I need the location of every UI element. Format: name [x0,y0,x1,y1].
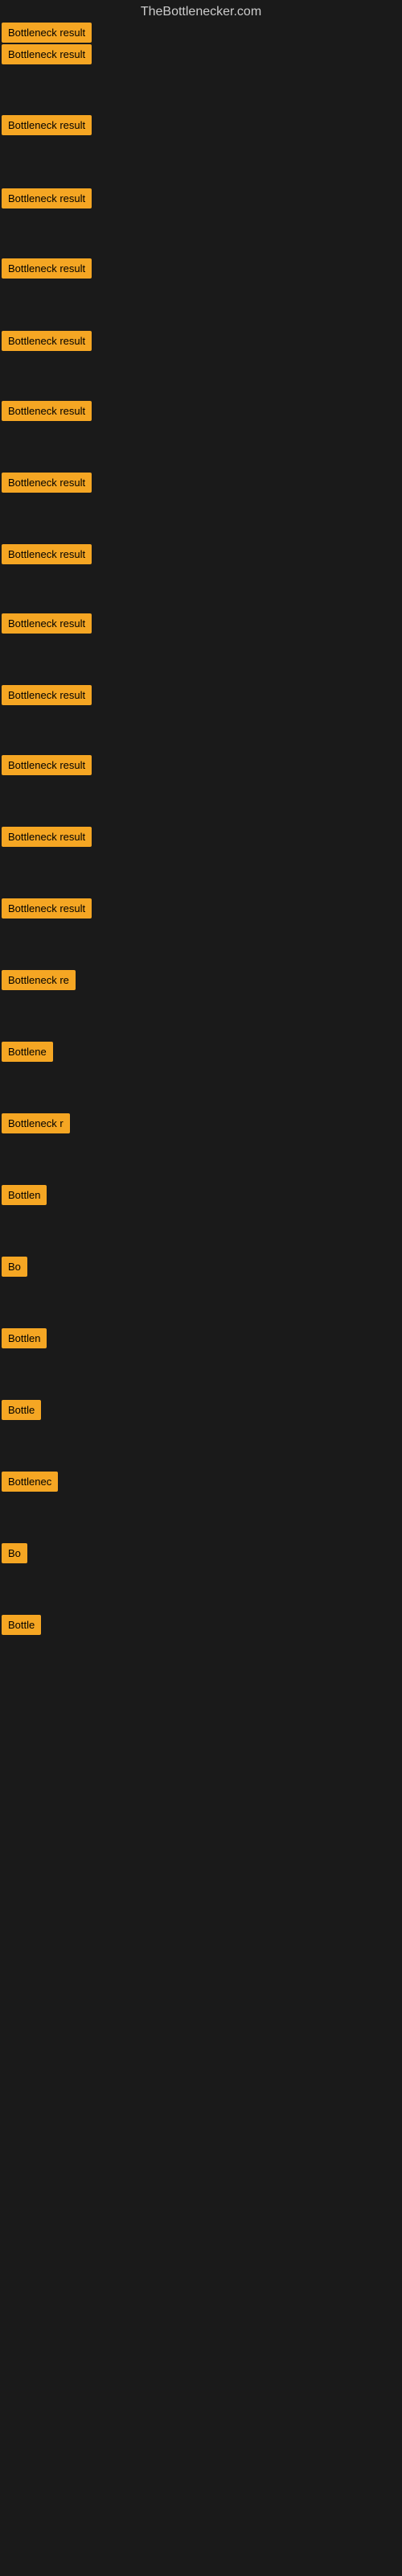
results-list: Bottleneck resultBottleneck resultBottle… [0,23,402,1713]
result-row-8: Bottleneck result [2,473,92,497]
result-row-9: Bottleneck result [2,544,92,568]
bottleneck-badge-15[interactable]: Bottleneck re [2,970,76,990]
page-container: TheBottlenecker.com Bottleneck resultBot… [0,0,402,2576]
result-row-22: Bottlenec [2,1472,58,1496]
bottleneck-badge-7[interactable]: Bottleneck result [2,401,92,421]
bottleneck-badge-4[interactable]: Bottleneck result [2,188,92,208]
result-row-2: Bottleneck result [2,44,92,68]
bottleneck-badge-3[interactable]: Bottleneck result [2,115,92,135]
result-row-18: Bottlen [2,1185,47,1209]
result-row-21: Bottle [2,1400,41,1424]
bottleneck-badge-6[interactable]: Bottleneck result [2,331,92,351]
bottleneck-badge-20[interactable]: Bottlen [2,1328,47,1348]
bottleneck-badge-21[interactable]: Bottle [2,1400,41,1420]
result-row-20: Bottlen [2,1328,47,1352]
bottleneck-badge-23[interactable]: Bo [2,1543,27,1563]
result-row-5: Bottleneck result [2,258,92,283]
bottleneck-badge-9[interactable]: Bottleneck result [2,544,92,564]
bottleneck-badge-5[interactable]: Bottleneck result [2,258,92,279]
bottleneck-badge-2[interactable]: Bottleneck result [2,44,92,64]
result-row-19: Bo [2,1257,27,1281]
result-row-16: Bottlene [2,1042,53,1066]
bottleneck-badge-11[interactable]: Bottleneck result [2,685,92,705]
bottleneck-badge-24[interactable]: Bottle [2,1615,41,1635]
result-row-12: Bottleneck result [2,755,92,779]
result-row-11: Bottleneck result [2,685,92,709]
result-row-7: Bottleneck result [2,401,92,425]
bottleneck-badge-12[interactable]: Bottleneck result [2,755,92,775]
result-row-17: Bottleneck r [2,1113,70,1137]
site-title: TheBottlenecker.com [0,0,402,23]
result-row-15: Bottleneck re [2,970,76,994]
bottleneck-badge-16[interactable]: Bottlene [2,1042,53,1062]
result-row-4: Bottleneck result [2,188,92,213]
result-row-6: Bottleneck result [2,331,92,355]
bottleneck-badge-1[interactable]: Bottleneck result [2,23,92,43]
result-row-23: Bo [2,1543,27,1567]
result-row-13: Bottleneck result [2,827,92,851]
bottleneck-badge-10[interactable]: Bottleneck result [2,613,92,634]
result-row-3: Bottleneck result [2,115,92,139]
result-row-1: Bottleneck result [2,23,92,47]
bottleneck-badge-17[interactable]: Bottleneck r [2,1113,70,1133]
bottleneck-badge-14[interactable]: Bottleneck result [2,898,92,919]
bottleneck-badge-8[interactable]: Bottleneck result [2,473,92,493]
bottleneck-badge-22[interactable]: Bottlenec [2,1472,58,1492]
bottleneck-badge-18[interactable]: Bottlen [2,1185,47,1205]
bottleneck-badge-13[interactable]: Bottleneck result [2,827,92,847]
result-row-14: Bottleneck result [2,898,92,923]
result-row-24: Bottle [2,1615,41,1639]
bottleneck-badge-19[interactable]: Bo [2,1257,27,1277]
result-row-10: Bottleneck result [2,613,92,638]
